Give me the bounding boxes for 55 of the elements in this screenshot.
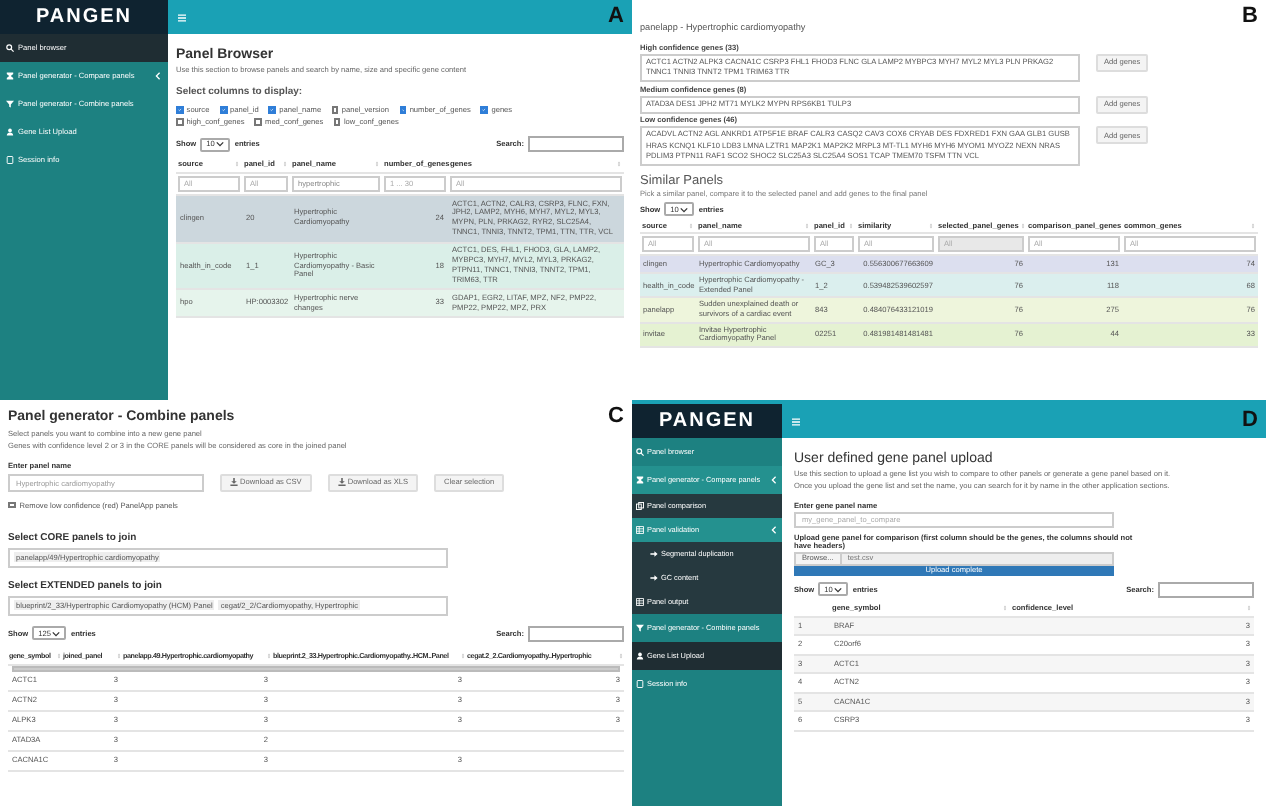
caret-icon [834, 585, 843, 594]
user-icon [6, 128, 14, 136]
tablet-icon [636, 680, 644, 688]
caret-icon [52, 629, 61, 637]
checkbox[interactable] [331, 106, 339, 114]
checkbox[interactable] [268, 106, 277, 114]
hourglass-icon [636, 476, 644, 484]
user-icon [636, 652, 644, 660]
table-icon [636, 526, 644, 534]
chevron-icon [770, 476, 778, 484]
filter-icon [636, 624, 644, 632]
checkbox[interactable] [8, 501, 16, 509]
logo: PANGEN [35, 6, 133, 28]
caret-icon [680, 205, 689, 214]
sort-icon [55, 651, 61, 659]
panel-label: B [1242, 4, 1258, 28]
search-field[interactable] [1158, 581, 1254, 598]
menu-icon[interactable] [178, 13, 186, 21]
arrow-icon [650, 550, 658, 558]
download-icon [230, 478, 238, 486]
scrollbar[interactable] [12, 665, 620, 671]
search-field[interactable] [528, 625, 624, 641]
menu-icon[interactable] [792, 417, 800, 425]
sort-icon [617, 651, 623, 659]
panel-label: C [608, 404, 624, 428]
download-icon [337, 478, 346, 486]
caret-icon [216, 140, 225, 148]
sort-icon [374, 160, 380, 168]
checkbox[interactable] [480, 106, 489, 114]
sort-icon [115, 651, 121, 659]
hourglass-icon [6, 72, 14, 80]
filter-icon [6, 100, 14, 108]
search-field[interactable] [528, 136, 624, 152]
sort-icon [234, 160, 240, 168]
copy-icon [636, 502, 644, 510]
checkbox[interactable] [176, 118, 184, 126]
sort-icon [265, 651, 271, 659]
sort-icon [282, 160, 288, 168]
panel-label: D [1242, 408, 1258, 432]
table-icon [636, 598, 644, 606]
checkbox[interactable] [176, 106, 184, 114]
chevron-icon [154, 72, 162, 80]
sort-icon [459, 651, 465, 659]
chevron-icon [770, 526, 778, 534]
tablet-icon [6, 156, 14, 164]
sort-icon [616, 160, 622, 168]
logo: PANGEN [658, 410, 756, 432]
search-icon [6, 44, 14, 52]
checkbox[interactable] [333, 118, 341, 126]
panel-label: A [608, 4, 624, 28]
search-icon [636, 448, 644, 456]
arrow-icon [650, 574, 658, 582]
checkbox[interactable] [399, 106, 407, 114]
checkbox[interactable] [254, 118, 263, 126]
checkbox[interactable] [219, 106, 227, 114]
